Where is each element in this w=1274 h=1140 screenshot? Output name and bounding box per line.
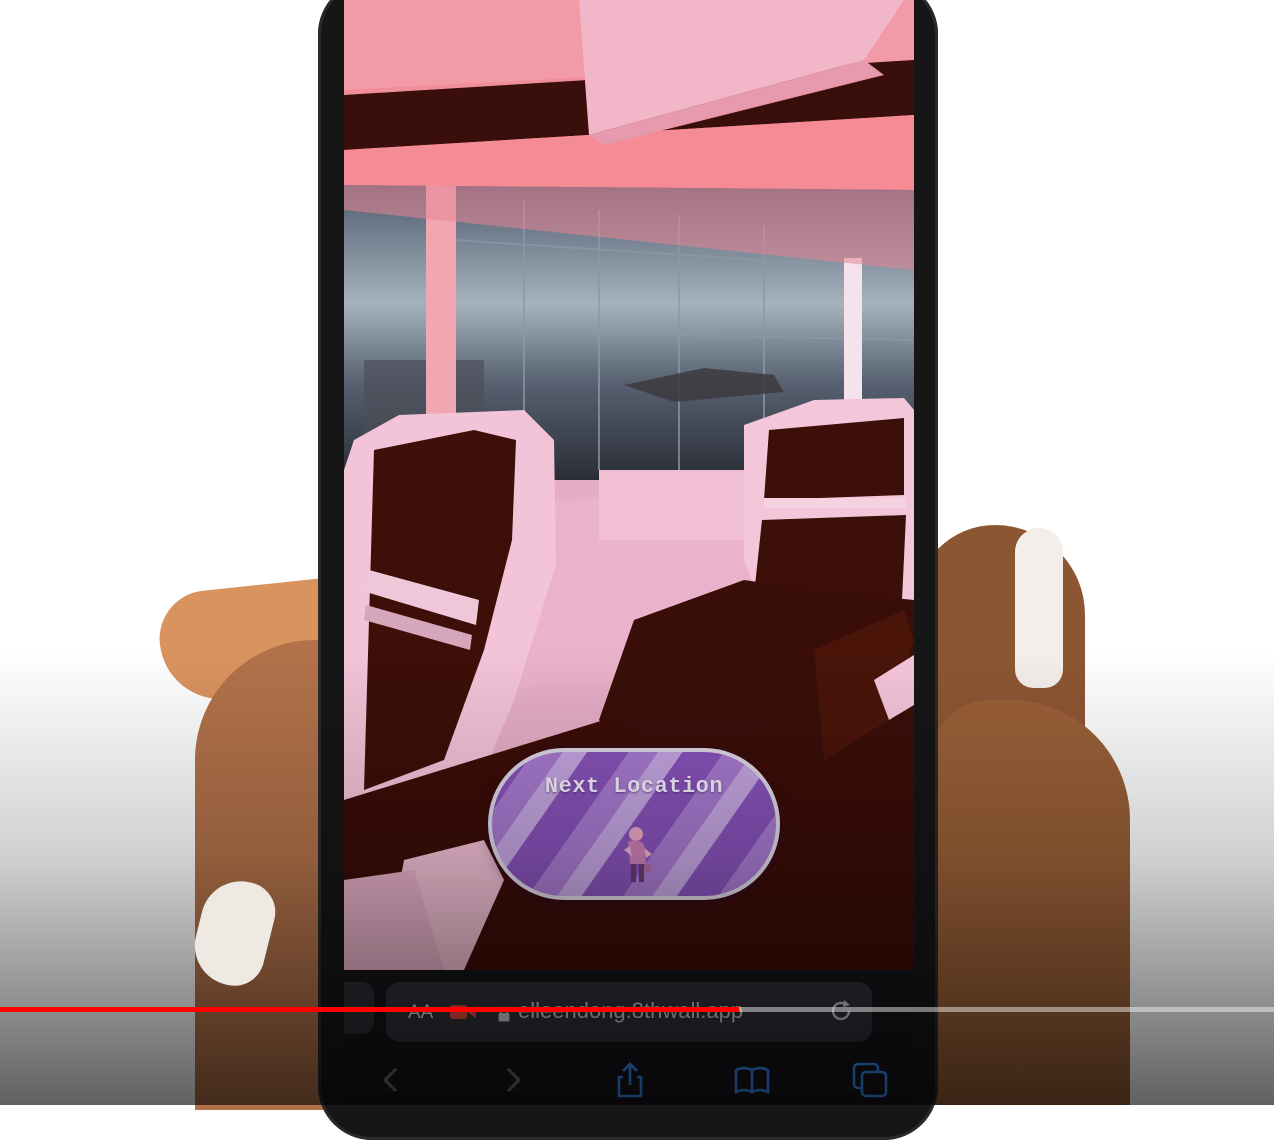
next-location-button[interactable]: Next Location — [488, 748, 780, 900]
address-bar[interactable]: AA elleendong.8thwall.app — [386, 982, 872, 1042]
right-hand-palm — [930, 700, 1130, 1105]
share-icon[interactable] — [610, 1060, 650, 1100]
text-size-button[interactable]: AA — [408, 1002, 433, 1024]
video-progress-fill — [0, 1007, 739, 1012]
forward-icon[interactable] — [492, 1060, 532, 1100]
tabs-icon[interactable] — [850, 1060, 890, 1100]
back-icon[interactable] — [372, 1060, 412, 1100]
next-location-label: Next Location — [544, 774, 724, 799]
browser-bar: AA elleendong.8thwall.app — [344, 970, 914, 1105]
right-fingernail — [1015, 528, 1063, 688]
bookmarks-icon[interactable] — [732, 1060, 772, 1100]
character-icon — [624, 827, 652, 882]
video-progress-bar[interactable] — [0, 1007, 1274, 1012]
